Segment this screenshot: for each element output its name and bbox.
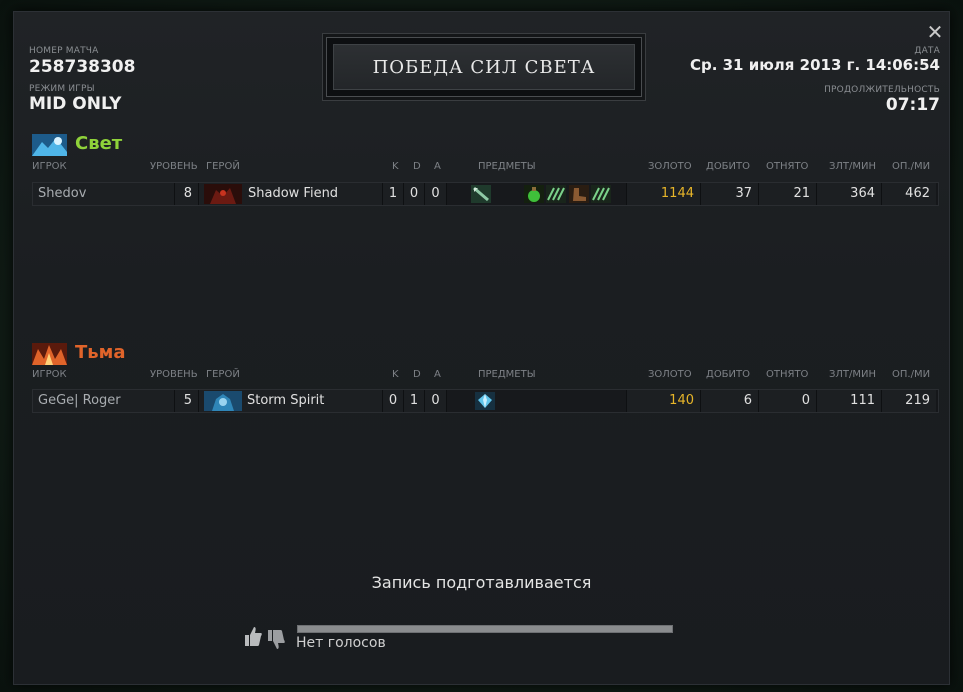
col-last-hits: ДОБИТО — [706, 161, 751, 172]
col-deaths: D — [413, 369, 421, 380]
deaths: 1 — [404, 390, 425, 412]
match-date: Ср. 31 июля 2013 г. 14:06:54 — [689, 56, 940, 74]
col-player: ИГРОК — [32, 161, 67, 172]
potion-icon — [524, 185, 544, 203]
match-duration: 07:17 — [885, 95, 940, 115]
vote-status: Нет голосов — [296, 635, 386, 651]
player-level: 5 — [175, 390, 199, 412]
col-items: ПРЕДМЕТЫ — [478, 369, 536, 380]
boots-icon — [569, 185, 589, 203]
dire-team-name: Тьма — [75, 342, 126, 363]
sword-icon — [471, 185, 491, 203]
gpm: 364 — [817, 183, 882, 205]
duration-label: ПРОДОЛЖИТЕЛЬНОСТЬ — [824, 85, 940, 95]
gpm: 111 — [817, 390, 882, 412]
vote-ratio-bar — [297, 625, 673, 633]
thumbs-up-icon[interactable] — [243, 625, 263, 647]
xpm: 219 — [882, 390, 936, 412]
col-assists: A — [434, 161, 441, 172]
col-gpm: ЗЛТ/МИН — [829, 161, 877, 172]
thumbs-down-icon[interactable] — [266, 629, 286, 651]
col-deaths: D — [413, 161, 421, 172]
col-player: ИГРОК — [32, 369, 67, 380]
kills: 0 — [383, 390, 404, 412]
radiant-team-icon — [32, 134, 67, 156]
xpm: 462 — [882, 183, 936, 205]
col-xpm: ОП./МИ — [892, 369, 931, 380]
game-mode-label: РЕЖИМ ИГРЫ — [29, 84, 95, 94]
shadow-fiend-hero-icon — [204, 184, 242, 204]
close-icon[interactable]: ✕ — [926, 22, 944, 42]
dire-team-icon — [32, 343, 67, 365]
col-gold: ЗОЛОТО — [648, 369, 692, 380]
last-hits: 6 — [701, 390, 759, 412]
player-row-dire[interactable]: GeGe| Roger 5 Storm Spirit 0 1 0 140 6 0… — [32, 389, 939, 413]
col-level: УРОВЕНЬ — [150, 369, 198, 380]
col-denies: ОТНЯТО — [766, 369, 809, 380]
game-mode: MID ONLY — [29, 94, 122, 114]
player-row-radiant[interactable]: Shedov 8 Shadow Fiend 1 0 0 1144 37 21 3… — [32, 182, 939, 206]
result-title-box: ПОБЕДА СИЛ СВЕТА — [326, 37, 642, 97]
gold: 140 — [627, 390, 701, 412]
denies: 21 — [759, 183, 817, 205]
col-gold: ЗОЛОТО — [648, 161, 692, 172]
col-xpm: ОП./МИ — [892, 161, 931, 172]
player-name[interactable]: GeGe| Roger — [33, 390, 175, 412]
items-cell — [447, 183, 627, 205]
assists: 0 — [425, 183, 447, 205]
denies: 0 — [759, 390, 817, 412]
col-gpm: ЗЛТ/МИН — [829, 369, 877, 380]
match-id: 258738308 — [29, 57, 136, 77]
hero-cell: Storm Spirit — [199, 390, 383, 412]
storm-spirit-hero-icon — [204, 391, 242, 411]
result-title: ПОБЕДА СИЛ СВЕТА — [333, 44, 635, 90]
match-id-label: НОМЕР МАТЧА — [29, 46, 99, 56]
col-hero: ГЕРОЙ — [206, 161, 240, 172]
col-last-hits: ДОБИТО — [706, 369, 751, 380]
last-hits: 37 — [701, 183, 759, 205]
deaths: 0 — [404, 183, 425, 205]
col-items: ПРЕДМЕТЫ — [478, 161, 536, 172]
crystal-icon — [475, 392, 495, 410]
claw-icon — [591, 185, 611, 203]
hero-name: Storm Spirit — [247, 393, 325, 408]
items-cell — [447, 390, 627, 412]
date-label: ДАТА — [914, 46, 940, 56]
assists: 0 — [425, 390, 447, 412]
claw-icon — [546, 185, 566, 203]
gold: 1144 — [627, 183, 701, 205]
kills: 1 — [383, 183, 404, 205]
col-kills: K — [392, 161, 399, 172]
col-kills: K — [392, 369, 399, 380]
col-level: УРОВЕНЬ — [150, 161, 198, 172]
replay-status: Запись подготавливается — [371, 573, 592, 592]
player-level: 8 — [175, 183, 199, 205]
radiant-team-name: Свет — [75, 133, 123, 154]
player-name[interactable]: Shedov — [33, 183, 175, 205]
col-denies: ОТНЯТО — [766, 161, 809, 172]
col-assists: A — [434, 369, 441, 380]
col-hero: ГЕРОЙ — [206, 369, 240, 380]
hero-name: Shadow Fiend — [248, 186, 339, 201]
hero-cell: Shadow Fiend — [199, 183, 383, 205]
